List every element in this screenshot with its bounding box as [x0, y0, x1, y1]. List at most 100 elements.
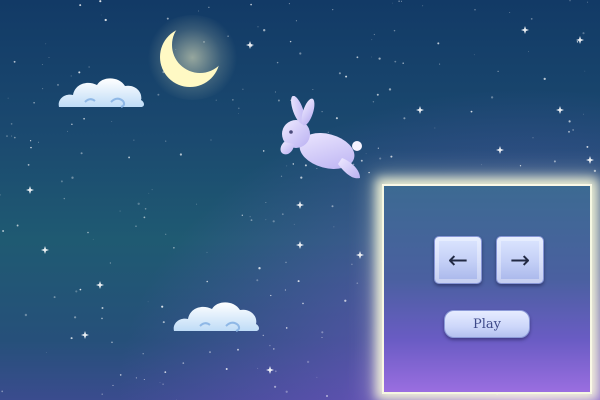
star	[73, 316, 77, 319]
star	[321, 331, 324, 334]
star	[173, 247, 175, 249]
star	[379, 157, 382, 160]
sparkle-star	[96, 281, 104, 289]
star	[88, 66, 90, 68]
star	[159, 382, 161, 383]
star	[60, 180, 63, 183]
star	[79, 288, 82, 291]
star	[75, 290, 78, 293]
star	[249, 216, 251, 218]
star	[299, 52, 302, 55]
sparkle-star	[356, 251, 364, 259]
star	[297, 280, 300, 283]
star	[142, 352, 144, 355]
star	[519, 165, 522, 167]
star	[394, 60, 397, 63]
star	[390, 155, 393, 158]
star	[285, 390, 288, 393]
star	[71, 123, 73, 125]
star	[371, 56, 373, 58]
star	[262, 150, 265, 152]
star	[586, 145, 589, 148]
star	[109, 262, 111, 264]
moon	[145, 15, 240, 100]
star	[393, 29, 396, 32]
star	[24, 313, 28, 317]
star	[79, 4, 82, 7]
star	[242, 88, 244, 90]
star	[569, 0, 571, 2]
star	[473, 54, 475, 56]
star	[29, 140, 32, 142]
star	[378, 57, 381, 60]
star	[41, 64, 43, 65]
move-left-button[interactable]: ←	[434, 236, 482, 284]
star	[568, 130, 570, 133]
star	[321, 336, 323, 339]
star	[135, 225, 137, 228]
star	[210, 139, 212, 141]
star	[128, 156, 131, 159]
star	[509, 12, 511, 13]
star	[263, 29, 266, 32]
star	[587, 1, 588, 3]
sparkle-star	[246, 41, 254, 49]
star	[206, 251, 208, 253]
star	[398, 0, 400, 2]
arrow-right-icon: →	[509, 246, 531, 274]
star	[161, 305, 164, 308]
star	[272, 220, 275, 223]
star	[439, 63, 441, 65]
star	[33, 101, 35, 104]
star	[316, 376, 318, 378]
star	[53, 296, 56, 299]
star	[237, 348, 239, 351]
control-panel: ← → Play	[382, 184, 592, 394]
star	[434, 127, 436, 129]
sparkle-star	[81, 331, 89, 339]
star	[285, 327, 288, 329]
star	[165, 233, 167, 235]
star	[344, 299, 347, 302]
star	[333, 226, 335, 228]
star	[237, 107, 240, 110]
star	[147, 301, 149, 303]
star	[162, 321, 165, 324]
sparkle-star	[586, 156, 594, 164]
star	[11, 135, 13, 137]
star	[206, 280, 208, 283]
star	[331, 205, 334, 208]
star	[262, 334, 265, 337]
star	[437, 42, 440, 45]
sparkle-star	[296, 241, 304, 249]
play-button[interactable]: Play	[444, 310, 530, 338]
sparkle-star	[41, 246, 49, 254]
star	[2, 230, 5, 232]
star	[209, 351, 211, 354]
star	[225, 368, 228, 370]
star	[532, 137, 534, 139]
star	[269, 344, 271, 347]
star	[119, 210, 121, 212]
star	[572, 129, 574, 131]
star	[295, 20, 297, 22]
star	[257, 367, 259, 369]
star	[256, 279, 259, 282]
star	[104, 18, 107, 22]
star	[238, 113, 239, 114]
sparkle-star	[266, 366, 274, 374]
move-right-button[interactable]: →	[496, 236, 544, 284]
star	[474, 9, 476, 11]
star	[250, 3, 252, 6]
star	[179, 153, 183, 156]
star	[481, 164, 482, 166]
star	[373, 33, 376, 36]
star	[284, 289, 286, 291]
star	[470, 110, 473, 113]
star	[100, 14, 102, 16]
star	[70, 337, 73, 340]
star	[250, 219, 253, 222]
star	[289, 40, 292, 43]
star	[63, 197, 65, 200]
star	[101, 307, 104, 309]
